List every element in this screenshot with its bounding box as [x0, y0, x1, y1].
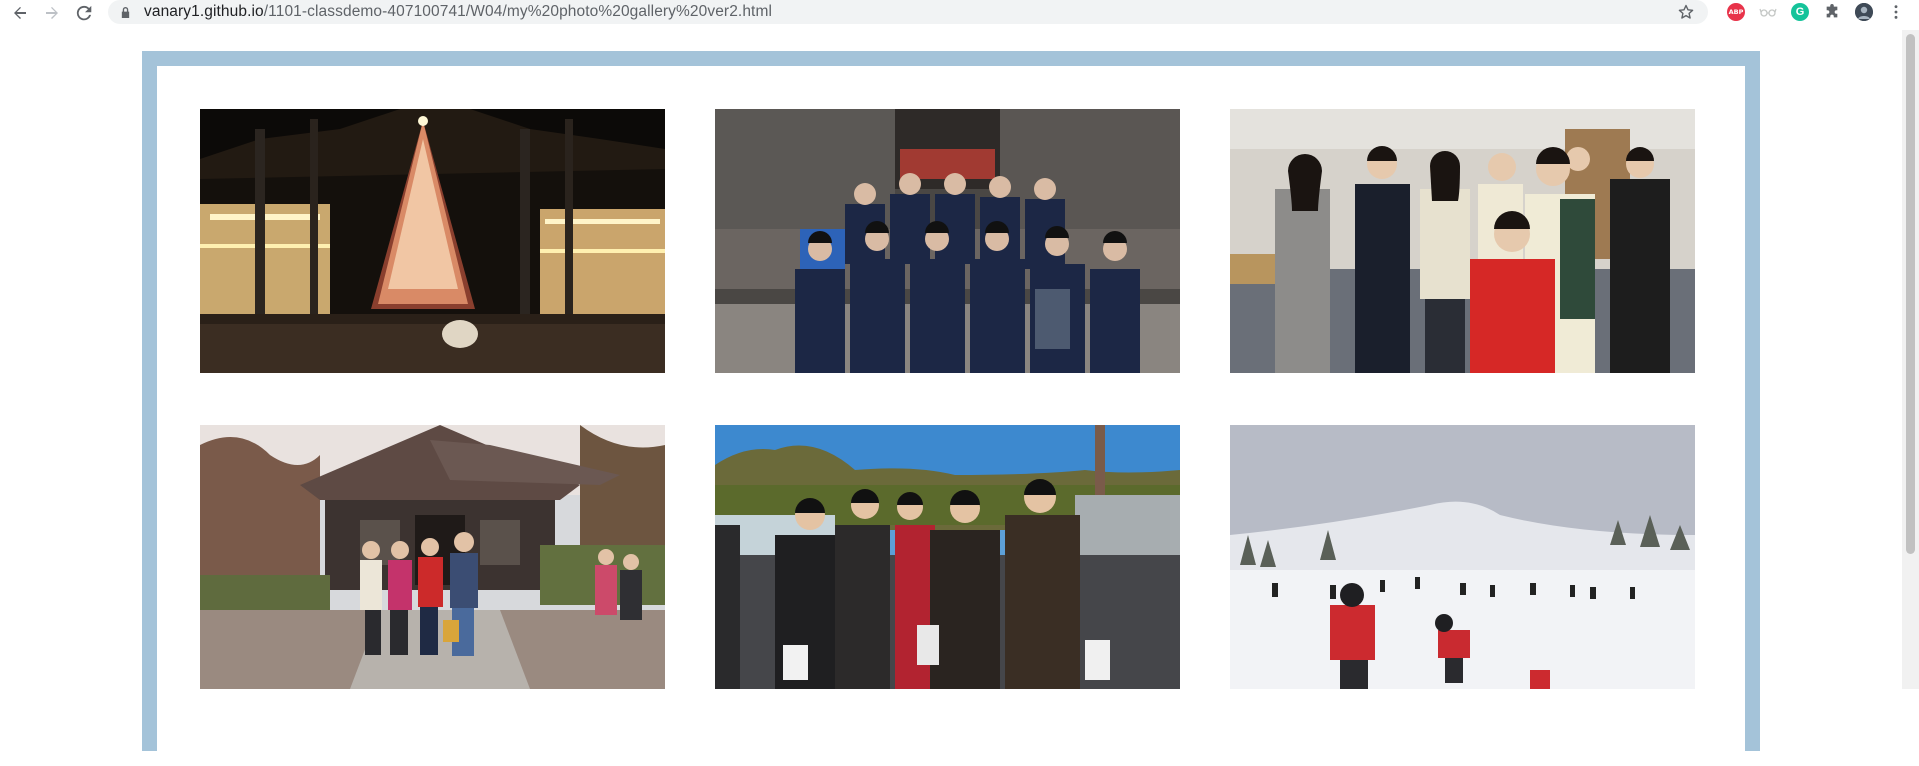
lock-icon: [120, 5, 134, 19]
grammarly-label: G: [1795, 6, 1805, 18]
forward-button[interactable]: [41, 2, 63, 24]
browser-toolbar: vanary1.github.io/1101-classdemo-4071007…: [0, 0, 1919, 26]
page-scrollbar[interactable]: [1902, 30, 1919, 689]
extensions-puzzle-icon[interactable]: [1823, 3, 1841, 21]
reload-button[interactable]: [73, 2, 95, 24]
gallery-frame: [142, 51, 1760, 766]
gallery-panel: [157, 66, 1745, 766]
glasses-extension-icon[interactable]: [1759, 3, 1777, 21]
back-button[interactable]: [9, 2, 31, 24]
adblock-extension-icon[interactable]: ABP: [1727, 3, 1745, 21]
address-bar[interactable]: vanary1.github.io/1101-classdemo-4071007…: [108, 0, 1708, 24]
back-arrow-icon: [14, 7, 26, 19]
forward-arrow-icon: [46, 7, 58, 19]
photo-christmas-tree[interactable]: [200, 109, 665, 373]
photo-mountain-group[interactable]: [715, 425, 1180, 689]
photo-japanese-house[interactable]: [200, 425, 665, 689]
profile-avatar-icon[interactable]: [1855, 3, 1873, 21]
scrollbar-thumb[interactable]: [1906, 34, 1915, 554]
adblock-label: ABP: [1728, 8, 1744, 16]
reload-icon: [76, 5, 92, 21]
chrome-menu-icon[interactable]: [1887, 3, 1905, 21]
grammarly-extension-icon[interactable]: G: [1791, 3, 1809, 21]
photo-ski-slope[interactable]: [1230, 425, 1695, 689]
url-path: /1101-classdemo-407100741/W04/my%20photo…: [263, 3, 772, 20]
url-host: vanary1.github.io: [144, 3, 264, 20]
photo-meeting-room-group[interactable]: [1230, 109, 1695, 373]
photo-students-temple[interactable]: [715, 109, 1180, 373]
url-text[interactable]: vanary1.github.io/1101-classdemo-4071007…: [144, 3, 772, 21]
bookmark-star-icon[interactable]: [1678, 4, 1694, 20]
